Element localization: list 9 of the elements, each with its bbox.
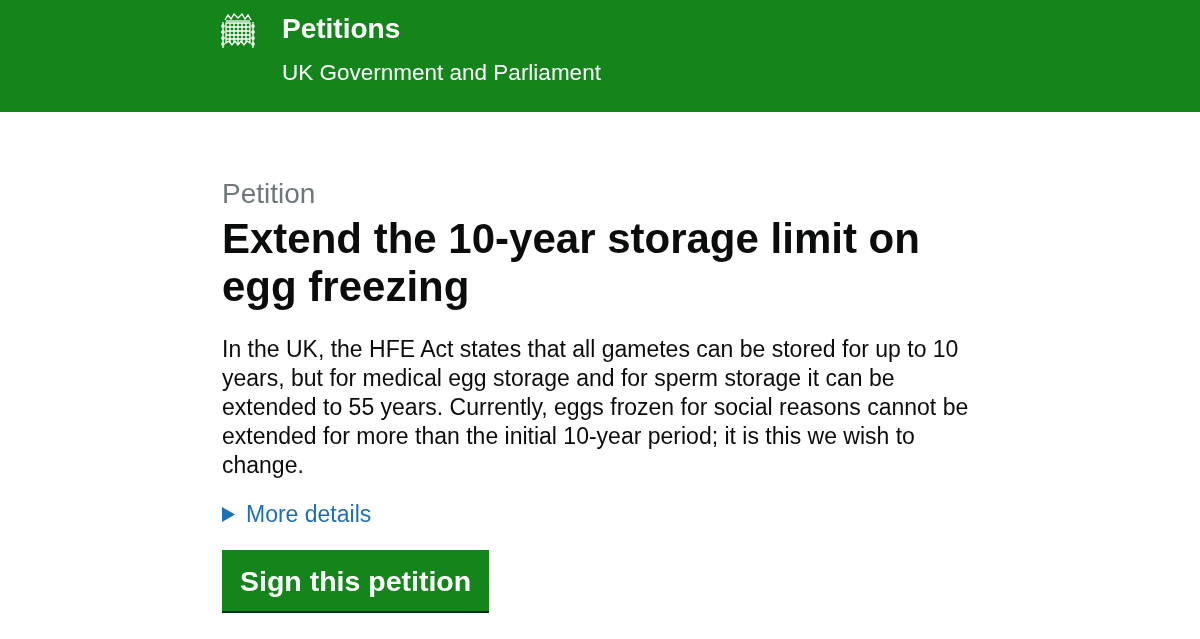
site-title[interactable]: Petitions: [282, 12, 601, 46]
triangle-icon[interactable]: [222, 506, 235, 522]
petition-title: Extend the 10-year storage limit on egg freezing: [222, 215, 921, 311]
portcullis-logo-icon: [221, 12, 255, 50]
site-subtitle: UK Government and Parliament: [282, 60, 601, 86]
more-details-link[interactable]: More details: [246, 500, 372, 528]
page-caption: Petition: [222, 179, 316, 209]
sign-petition-button[interactable]: Sign this petition: [222, 550, 490, 611]
petition-summary: In the UK, the HFE Act states that all gametes can be stored for up to 10 years, but for medical egg storage and for sperm storage it can be extended to 55 years. Currently, eggs frozen for social reasons cannot be extended for more than the initial 10-year period; it is this we wish to change.: [222, 335, 970, 480]
